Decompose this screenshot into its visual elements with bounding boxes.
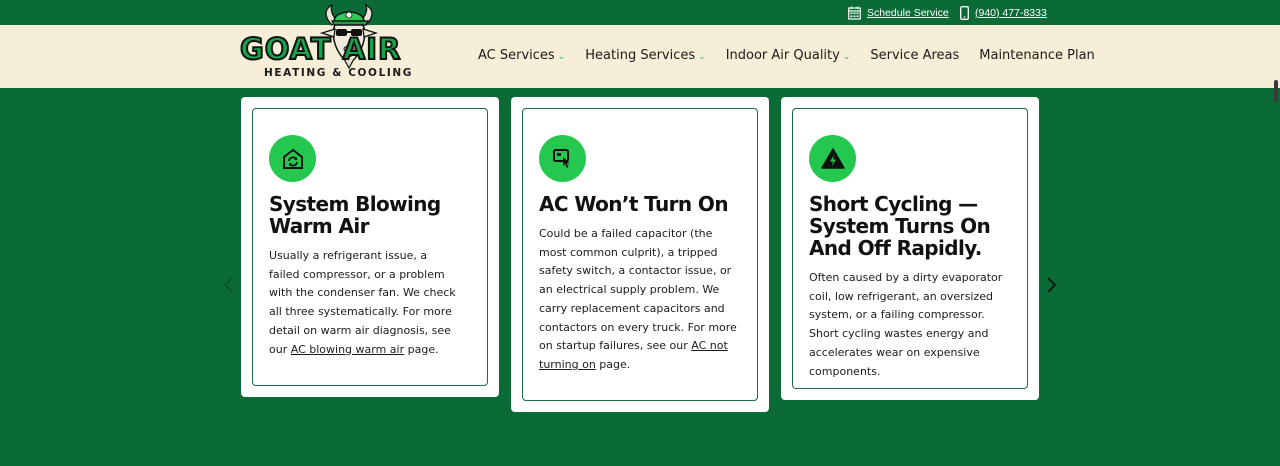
service-card: System Blowing Warm Air Usually a refrig… xyxy=(241,97,499,397)
nav-item-heating-services[interactable]: Heating Services ⌄ xyxy=(585,48,705,63)
card-border: AC Won’t Turn On Could be a failed capac… xyxy=(522,108,758,401)
top-utility-bar: Schedule Service (940) 477-8333 xyxy=(0,0,1280,25)
chevron-down-icon: ⌄ xyxy=(557,51,566,62)
card-body-text: Usually a refrigerant issue, a failed co… xyxy=(269,249,456,356)
house-refresh-icon xyxy=(269,135,316,182)
nav-item-maintenance-plan[interactable]: Maintenance Plan xyxy=(979,48,1095,63)
schedule-service-link[interactable]: Schedule Service xyxy=(848,4,949,21)
service-card: AC Won’t Turn On Could be a failed capac… xyxy=(511,97,769,412)
card-body-text-end: page. xyxy=(595,357,631,371)
card-body: Often caused by a dirty evaporator coil,… xyxy=(809,269,1014,381)
nav-item-label: Indoor Air Quality xyxy=(725,48,840,63)
mobile-phone-icon xyxy=(960,5,969,20)
nav-item-label: Service Areas xyxy=(870,48,960,63)
service-card: Short Cycling — System Turns On And Off … xyxy=(781,97,1039,400)
card-body-text: Often caused by a dirty evaporator coil,… xyxy=(809,271,1003,378)
warning-bolt-icon xyxy=(809,135,856,182)
carousel-prev-arrow-icon[interactable] xyxy=(222,276,236,294)
main-nav: AC Services ⌄ Heating Services ⌄ Indoor … xyxy=(478,48,1095,63)
carousel-next-arrow-icon[interactable] xyxy=(1044,276,1058,294)
card-title: System Blowing Warm Air xyxy=(269,192,441,238)
nav-item-service-areas[interactable]: Service Areas xyxy=(870,48,959,63)
nav-item-label: AC Services xyxy=(478,48,555,63)
card-title: AC Won’t Turn On xyxy=(539,192,729,216)
thermostat-touch-icon xyxy=(539,135,586,182)
nav-item-ac-services[interactable]: AC Services ⌄ xyxy=(478,48,565,63)
nav-item-label: Heating Services xyxy=(585,48,696,63)
phone-number-label: (940) 477-8333 xyxy=(975,6,1047,19)
card-body-text-end: page. xyxy=(404,342,439,356)
nav-item-indoor-air-quality[interactable]: Indoor Air Quality ⌄ xyxy=(726,48,851,63)
card-border: System Blowing Warm Air Usually a refrig… xyxy=(252,108,488,386)
calendar-icon xyxy=(848,6,861,20)
card-title: Short Cycling — System Turns On And Off … xyxy=(809,192,991,260)
ac-blowing-warm-air-link[interactable]: AC blowing warm air xyxy=(291,343,404,356)
chevron-down-icon: ⌄ xyxy=(842,51,851,62)
logo-subtitle: HEATING & COOLING xyxy=(264,67,413,79)
card-body: Usually a refrigerant issue, a failed co… xyxy=(269,247,459,359)
nav-item-label: Maintenance Plan xyxy=(979,48,1095,63)
card-body-text: Could be a failed capacitor (the most co… xyxy=(539,227,737,353)
phone-link[interactable]: (940) 477-8333 xyxy=(960,4,1047,21)
logo-wordmark: GOAT AIR xyxy=(239,32,402,66)
chevron-down-icon: ⌄ xyxy=(698,51,706,62)
page-scrollbar-thumb[interactable] xyxy=(1274,80,1278,102)
card-border: Short Cycling — System Turns On And Off … xyxy=(792,108,1028,389)
card-body: Could be a failed capacitor (the most co… xyxy=(539,225,739,375)
schedule-service-label: Schedule Service xyxy=(867,6,949,19)
